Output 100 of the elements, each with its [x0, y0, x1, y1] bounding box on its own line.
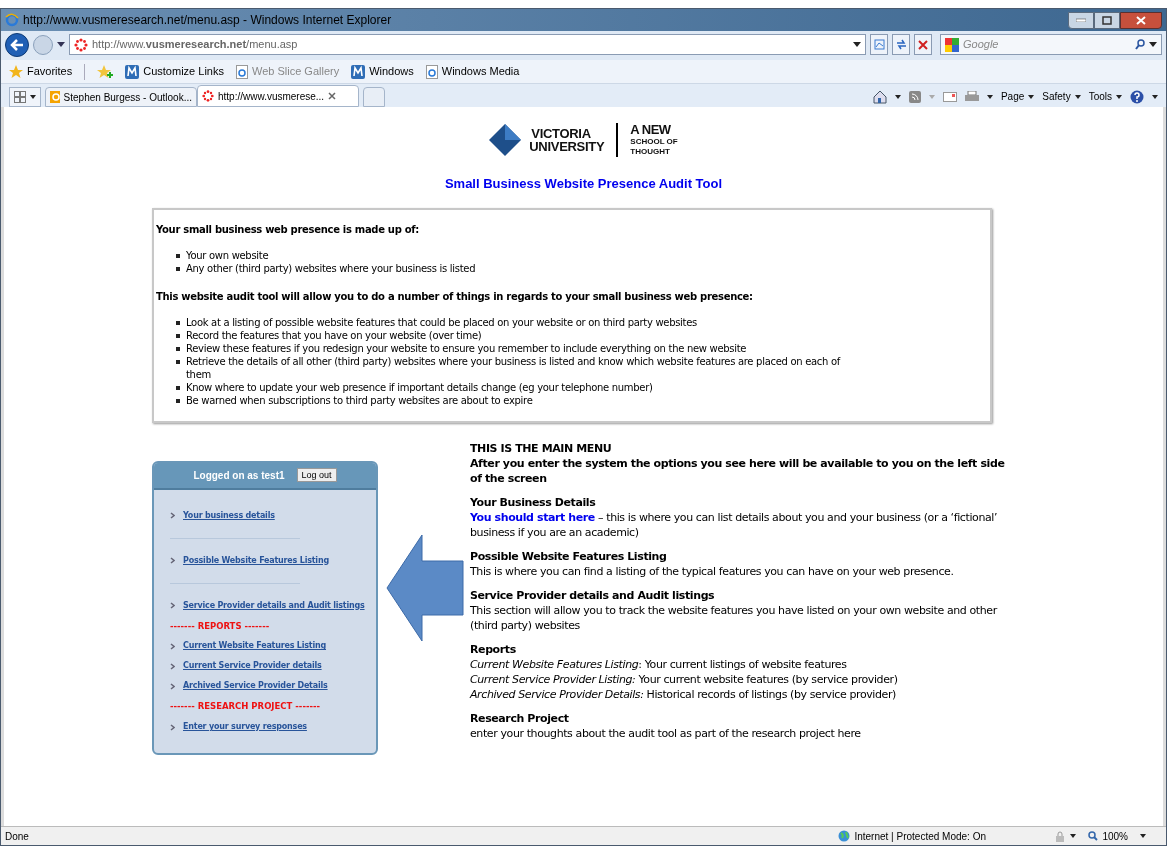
- google-logo-icon: [945, 37, 959, 52]
- dropdown-icon: [1070, 834, 1077, 838]
- description-text: This is where you can find a listing of the typical features you can have on your web presence.: [470, 563, 955, 579]
- bullet-text: Your own website: [186, 248, 269, 262]
- university-name: UNIVERSITY: [529, 140, 605, 153]
- bullet-icon: [176, 266, 180, 271]
- window-title: http://www.vusmeresearch.net/menu.asp - Windows Internet Explorer: [23, 12, 392, 29]
- section-heading: Possible Website Features Listing: [470, 548, 668, 564]
- site-icon: [202, 90, 214, 102]
- dropdown-icon: [30, 95, 36, 99]
- dropdown-icon: [1028, 94, 1035, 99]
- section-label: ------- RESEARCH PROJECT -------: [170, 700, 322, 714]
- command-menu-button[interactable]: Page: [1000, 89, 1035, 104]
- stop-icon: [918, 39, 928, 50]
- tagline-text: SCHOOL OF: [630, 137, 678, 147]
- ie-page-icon: [425, 64, 438, 79]
- tagline-text: THOUGHT: [630, 147, 671, 157]
- description-text: enter your thoughts about the audit tool as part of the research project here: [470, 725, 862, 741]
- university-name: VICTORIA: [531, 127, 592, 140]
- left-arrow-icon: [386, 533, 464, 642]
- browser-tab[interactable]: http://www.vusmerese...: [197, 85, 359, 107]
- section-heading: Service Provider details and Audit listings: [470, 587, 716, 603]
- bullet-icon: [176, 320, 180, 325]
- dropdown-icon: [1152, 94, 1158, 99]
- close-button[interactable]: [1120, 11, 1162, 29]
- browser-tab[interactable]: Stephen Burgess - Outlook...: [45, 87, 197, 107]
- magnifier-icon: [1088, 831, 1099, 841]
- description-text: You should start here – this is where you can list details about you and your business (or a ‘fictional’ business if you are an academic): [470, 509, 999, 540]
- dropdown-icon: [853, 42, 861, 47]
- stop-button[interactable]: [914, 34, 932, 55]
- command-menu-button[interactable]: Tools: [1088, 89, 1122, 104]
- section-label: ------- REPORTS -------: [170, 619, 271, 633]
- menu-title: THIS IS THE MAIN MENU: [470, 440, 613, 456]
- ie-logo-icon: [5, 13, 19, 27]
- quick-tabs-button[interactable]: [9, 87, 41, 107]
- command-menu-button[interactable]: Safety: [1042, 89, 1081, 104]
- menu-link[interactable]: Current Service Provider details: [183, 660, 322, 673]
- search-box[interactable]: Google: [940, 34, 1162, 55]
- bullet-text: Know where to update your web presence if important details change (eg your telephone number): [186, 380, 653, 394]
- add-favorite-icon: [97, 64, 114, 79]
- chevron-icon: [170, 512, 175, 519]
- search-icon: [1135, 39, 1145, 50]
- minimize-icon: [1076, 18, 1086, 22]
- login-status: Logged on as test1: [193, 468, 285, 483]
- close-icon: [1136, 15, 1146, 25]
- bullet-icon: [176, 346, 180, 351]
- favorites-bar-link[interactable]: Customize Links: [125, 63, 224, 80]
- diamond-logo-icon: [489, 124, 522, 156]
- favorites-bar-link[interactable]: Windows: [351, 63, 414, 80]
- menu-link[interactable]: Archived Service Provider Details: [183, 680, 328, 693]
- bullet-text: Review these features if you redesign your website to ensure you remember to include everything on the new website: [186, 341, 747, 355]
- close-tab-icon: [328, 92, 337, 100]
- bullet-icon: [176, 385, 180, 390]
- maximize-icon: [1102, 15, 1112, 25]
- favorites-bar-link[interactable]: Windows Media: [425, 63, 520, 80]
- tagline-text: A NEW: [630, 123, 672, 137]
- zoom-button[interactable]: 100%: [1088, 828, 1128, 844]
- menu-link[interactable]: Your business details: [183, 509, 275, 522]
- back-button[interactable]: [5, 32, 29, 57]
- help-icon: [1130, 89, 1144, 104]
- bullet-text: Record the features that you have on your website (over time): [186, 328, 482, 342]
- address-field[interactable]: http://www.vusmeresearch.net/menu.asp: [69, 34, 866, 55]
- chevron-icon: [170, 662, 175, 670]
- site-icon: [74, 37, 88, 52]
- refresh-button[interactable]: [892, 34, 910, 55]
- chevron-icon: [170, 723, 175, 731]
- star-icon: [9, 64, 23, 79]
- section-heading: Your small business web presence is made up of:: [156, 222, 421, 237]
- chevron-icon: [170, 602, 175, 609]
- globe-icon: [838, 830, 851, 842]
- section-heading: Your Business Details: [470, 494, 597, 510]
- start-here-link[interactable]: You should start here: [470, 510, 595, 524]
- search-field[interactable]: Google: [963, 36, 1131, 53]
- page-icon: [873, 39, 885, 50]
- bullet-text: Look at a listing of possible website features that could be placed on your website or on third party websites: [186, 315, 697, 329]
- bullet-icon: [176, 359, 180, 364]
- status-text: Done: [5, 829, 29, 844]
- grid-icon: [14, 91, 26, 103]
- compatibility-button[interactable]: [870, 34, 888, 55]
- bullet-text: Any other (third party) websites where your business is listed: [186, 261, 476, 275]
- chevron-icon: [170, 557, 175, 564]
- favorites-bar-link[interactable]: Favorites: [9, 63, 73, 80]
- description-text: This section will allow you to track the website features you have listed on your own website and other (third party) websites: [470, 602, 999, 633]
- maximize-button[interactable]: [1094, 11, 1120, 29]
- m-logo-icon: [125, 64, 140, 79]
- menu-link[interactable]: Service Provider details and Audit listings: [183, 599, 365, 612]
- dropdown-icon: [928, 94, 935, 99]
- feed-icon: [908, 90, 921, 103]
- menu-link[interactable]: Current Website Features Listing: [183, 640, 326, 653]
- minimize-button[interactable]: [1068, 11, 1094, 29]
- dropdown-icon: [894, 94, 901, 99]
- m-logo-icon: [351, 64, 366, 79]
- logout-button[interactable]: Log out: [296, 468, 337, 482]
- menu-link[interactable]: Enter your survey responses: [183, 721, 307, 733]
- menu-link[interactable]: Possible Website Features Listing: [183, 554, 329, 567]
- dropdown-icon: [1074, 94, 1081, 99]
- outlook-icon: [50, 91, 60, 103]
- dropdown-icon: [57, 42, 65, 47]
- description-text: Current Website Features Listing: Your current listings of website features: [470, 656, 848, 672]
- refresh-icon: [895, 39, 907, 50]
